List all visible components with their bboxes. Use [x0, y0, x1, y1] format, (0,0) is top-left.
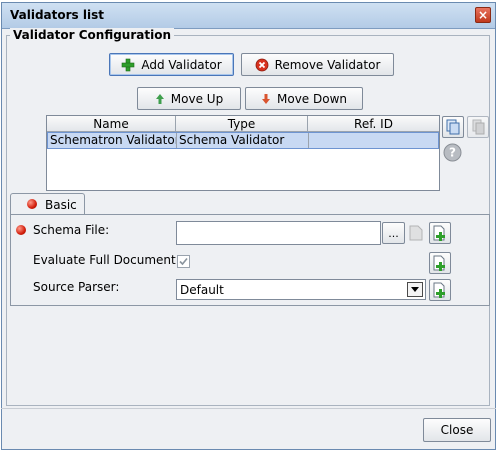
- row-type-cell: Schema Validator: [177, 133, 309, 148]
- file-icon[interactable]: [409, 225, 423, 241]
- paste-icon: [472, 119, 485, 135]
- help-icon[interactable]: ?: [443, 143, 462, 162]
- column-header-ref-id[interactable]: Ref. ID: [308, 116, 439, 132]
- source-parser-add-button[interactable]: [429, 279, 451, 301]
- chevron-down-icon: [411, 287, 419, 292]
- paste-button[interactable]: [467, 116, 489, 138]
- group-label: Validator Configuration: [10, 28, 174, 42]
- table-row[interactable]: Schematron Validator Schema Validator: [47, 132, 439, 149]
- row-ref-id-cell: [309, 133, 438, 148]
- schema-file-error-icon: [16, 225, 26, 235]
- copy-button[interactable]: [442, 116, 464, 138]
- add-file-icon: [433, 255, 445, 271]
- schema-file-add-button[interactable]: [429, 222, 451, 244]
- row-name-cell: Schematron Validator: [50, 133, 177, 148]
- title-bar[interactable]: Validators list ×: [2, 3, 495, 29]
- tab-basic[interactable]: Basic: [10, 193, 85, 215]
- add-validator-label: Add Validator: [141, 57, 222, 72]
- browse-button[interactable]: ...: [382, 222, 405, 244]
- evaluate-full-document-label: Evaluate Full Document:: [33, 253, 180, 267]
- remove-validator-button[interactable]: Remove Validator: [241, 53, 394, 76]
- remove-validator-label: Remove Validator: [274, 57, 381, 72]
- error-indicator-icon: [27, 199, 37, 209]
- add-file-icon: [433, 282, 445, 298]
- source-parser-select[interactable]: Default: [176, 279, 426, 300]
- move-down-button[interactable]: Move Down: [245, 87, 363, 110]
- add-file-icon: [433, 225, 445, 241]
- source-parser-value: Default: [180, 283, 224, 297]
- window-close-button[interactable]: ×: [475, 7, 491, 23]
- evaluate-full-document-checkbox[interactable]: [177, 255, 190, 268]
- window-title: Validators list: [10, 8, 104, 22]
- green-plus-icon: [122, 58, 135, 71]
- up-arrow-icon: [155, 93, 164, 104]
- evaluate-add-button[interactable]: [429, 252, 451, 274]
- move-up-label: Move Up: [170, 91, 224, 106]
- close-button-label: Close: [440, 423, 474, 437]
- schema-file-input[interactable]: [176, 221, 381, 245]
- add-validator-button[interactable]: Add Validator: [109, 53, 234, 76]
- column-header-name[interactable]: Name: [47, 116, 176, 132]
- browse-label: ...: [388, 226, 399, 240]
- close-button[interactable]: Close: [423, 418, 491, 442]
- checkmark-icon: [179, 257, 188, 266]
- red-x-icon: [255, 58, 269, 71]
- move-down-label: Move Down: [277, 91, 347, 106]
- validators-table[interactable]: Name Type Ref. ID Schematron Validator S…: [46, 115, 440, 191]
- schema-file-label: Schema File:: [33, 223, 110, 237]
- tab-basic-label: Basic: [45, 198, 77, 212]
- dropdown-button[interactable]: [407, 282, 423, 297]
- down-arrow-icon: [262, 93, 270, 104]
- copy-icon: [446, 119, 460, 135]
- svg-text:?: ?: [449, 146, 456, 160]
- source-parser-label: Source Parser:: [33, 280, 120, 294]
- column-header-type[interactable]: Type: [176, 116, 308, 132]
- move-up-button[interactable]: Move Up: [137, 87, 241, 110]
- footer-divider: [1, 408, 496, 409]
